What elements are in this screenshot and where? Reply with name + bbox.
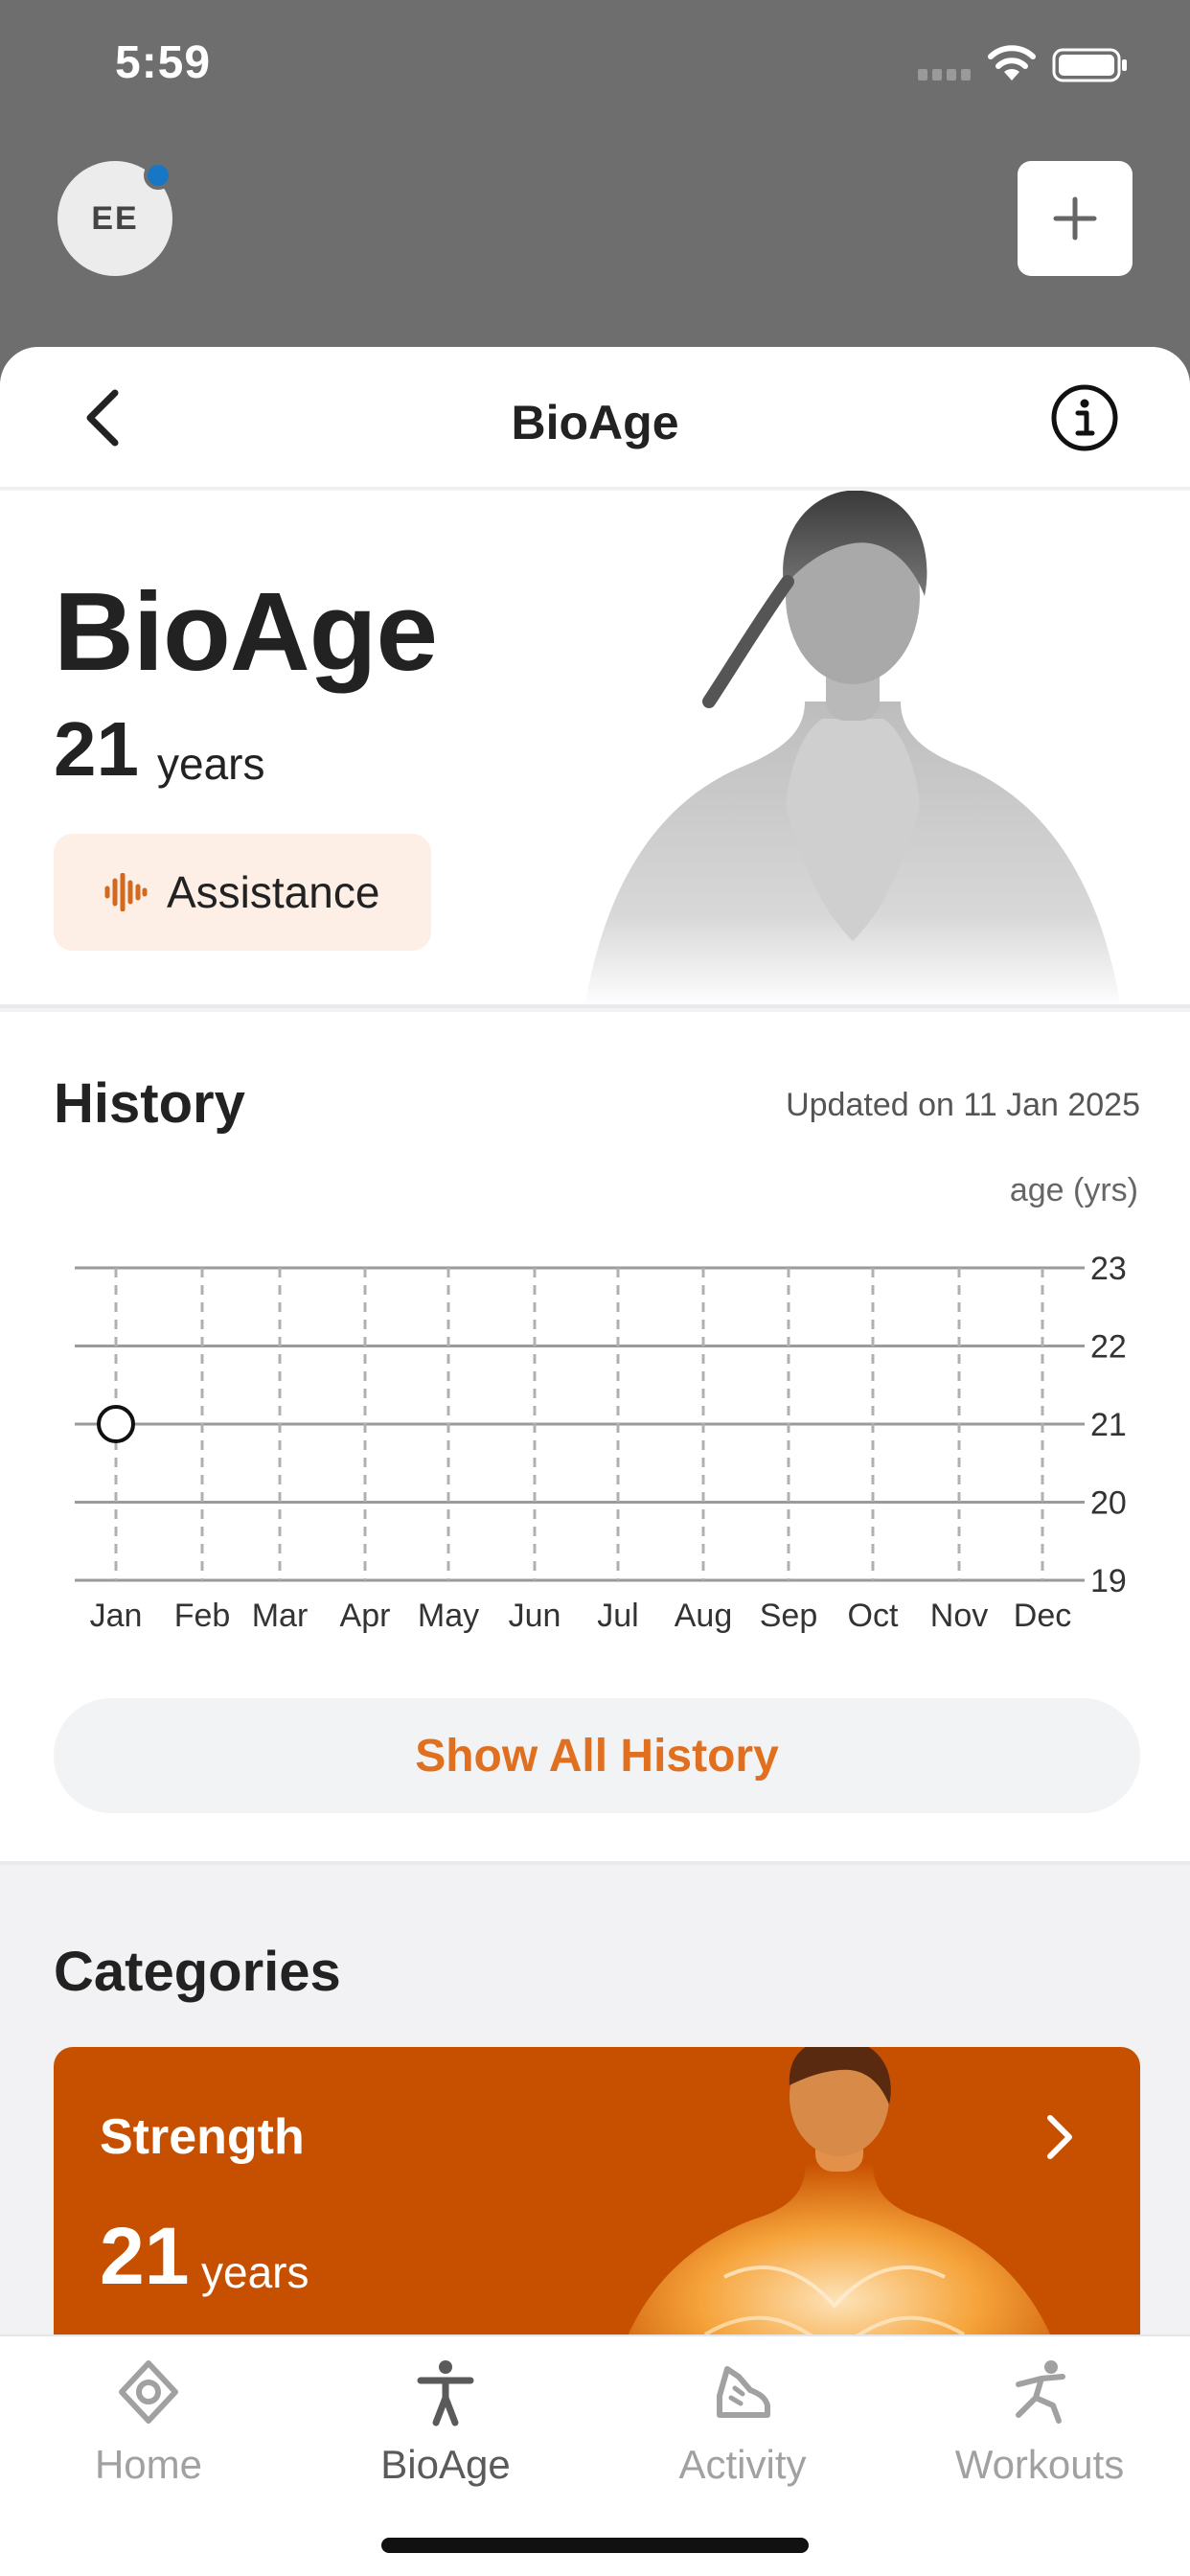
wifi-icon [988, 45, 1036, 80]
x-tick-label: Aug [675, 1598, 733, 1634]
history-section: History Updated on 11 Jan 2025 age (yrs)… [0, 1012, 1190, 1865]
home-icon [119, 2360, 178, 2424]
x-tick-label: Mar [252, 1598, 309, 1634]
bioage-unit: years [157, 739, 265, 789]
data-point[interactable] [97, 1405, 135, 1443]
nav-header: BioAge [0, 347, 1190, 489]
page-title: BioAge [511, 396, 679, 449]
athlete-photo [584, 491, 1121, 1004]
chevron-right-icon [1047, 2115, 1072, 2159]
assistance-button[interactable]: Assistance [54, 834, 431, 951]
add-button[interactable] [1018, 161, 1133, 276]
workouts-icon [1016, 2360, 1065, 2424]
x-tick-label: Apr [340, 1598, 391, 1634]
home-indicator [381, 2538, 809, 2553]
x-tick-label: Jan [90, 1598, 143, 1634]
bioage-heading: BioAge [54, 569, 438, 694]
strength-unit: years [201, 2247, 309, 2297]
tab-label-home: Home [94, 2442, 203, 2487]
status-time: 5:59 [115, 37, 212, 88]
signal-icon [918, 69, 971, 80]
strength-value: 21 [100, 2211, 190, 2301]
x-tick-label: Feb [174, 1598, 231, 1634]
y-tick-label: 19 [1090, 1563, 1127, 1599]
y-tick-label: 21 [1090, 1407, 1127, 1443]
bioage-value: 21 [54, 706, 139, 792]
x-tick-label: Jul [597, 1598, 638, 1634]
notification-dot [144, 161, 172, 190]
history-chart: age (yrs) 2322212019 Jan Feb Mar Apr May Jun J… [75, 1172, 1138, 1634]
battery-icon [1052, 48, 1127, 82]
activity-icon [717, 2366, 770, 2418]
chart-grid [75, 1266, 1085, 1582]
info-icon[interactable] [1050, 383, 1119, 452]
x-tick-label: Dec [1014, 1598, 1071, 1634]
person-icon [417, 2360, 474, 2426]
y-tick-label: 23 [1090, 1251, 1127, 1287]
x-tick-label: Sep [760, 1598, 818, 1634]
show-all-history-button[interactable]: Show All History [54, 1698, 1140, 1813]
tab-activity[interactable]: Activity [594, 2336, 891, 2528]
strength-label: Strength [100, 2109, 305, 2165]
chart-points [97, 1405, 135, 1443]
x-tick-label: Jun [509, 1598, 561, 1634]
status-bar: 5:59 [0, 0, 1190, 134]
x-tick-labels: Jan Feb Mar Apr May Jun Jul Aug Sep Oct Nov Dec [90, 1598, 1072, 1634]
bioage-hero: BioAge 21 years Assistance [0, 491, 1190, 1008]
tab-bioage[interactable]: BioAge [297, 2336, 594, 2528]
tab-label-activity: Activity [678, 2442, 807, 2487]
x-tick-label: May [418, 1598, 479, 1634]
x-tick-label: Nov [930, 1598, 988, 1634]
y-tick-label: 20 [1090, 1485, 1127, 1522]
categories-title: Categories [54, 1941, 341, 2003]
tab-label-bioage: BioAge [380, 2442, 511, 2487]
assistance-label: Assistance [167, 867, 380, 917]
bioage-sheet: BioAge BioAge 21 years Assistance Histor… [0, 347, 1190, 2576]
tab-label-workouts: Workouts [954, 2442, 1125, 2487]
y-tick-label: 22 [1090, 1329, 1127, 1366]
x-tick-label: Oct [848, 1598, 899, 1634]
tab-home[interactable]: Home [0, 2336, 297, 2528]
tab-workouts[interactable]: Workouts [891, 2336, 1188, 2528]
y-tick-labels: 23 22 21 20 19 [1090, 1251, 1127, 1599]
plus-icon [1053, 196, 1097, 241]
y-axis-label: age (yrs) [1010, 1172, 1138, 1208]
waveform-icon [104, 873, 148, 911]
